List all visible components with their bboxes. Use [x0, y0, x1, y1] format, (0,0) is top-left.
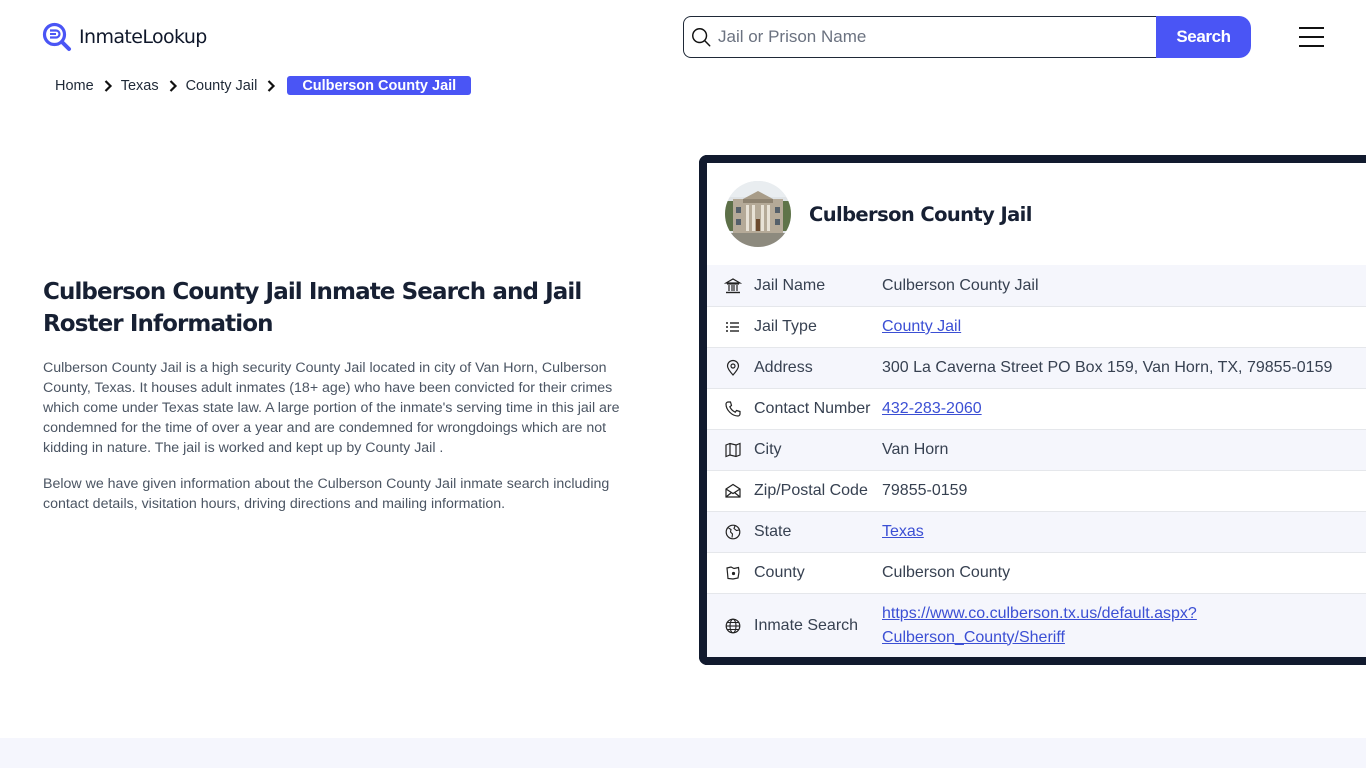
- inmate-search-link-line1: https://www.co.culberson.tx.us/default.a…: [882, 604, 1197, 622]
- row-value: Culberson County: [882, 564, 1011, 581]
- jail-photo: [725, 181, 791, 247]
- breadcrumb-current: Culberson County Jail: [287, 76, 472, 95]
- search-input[interactable]: [718, 27, 1138, 47]
- search-box: [683, 16, 1156, 58]
- logo-text: InmateLookup: [79, 26, 207, 48]
- row-value: 300 La Caverna Street PO Box 159, Van Ho…: [882, 359, 1333, 376]
- intro-paragraph: Below we have given information about th…: [43, 476, 610, 512]
- info-table: Jail Name Culberson County Jail Jail Typ…: [707, 265, 1366, 657]
- row-label: City: [754, 441, 782, 458]
- envelope-icon: [724, 482, 742, 500]
- row-label: Inmate Search: [754, 616, 859, 634]
- row-value: Van Horn: [882, 441, 949, 458]
- chevron-right-icon: [104, 79, 112, 92]
- info-row-jail-name: Jail Name Culberson County Jail: [707, 265, 1366, 306]
- inmate-search-link[interactable]: https://www.co.culberson.tx.us/default.a…: [882, 602, 1197, 650]
- phone-icon: [724, 400, 742, 418]
- logo-link[interactable]: InmateLookup: [42, 22, 207, 52]
- row-value: 79855-0159: [882, 482, 968, 499]
- row-label: State: [754, 523, 792, 540]
- inmate-search-link-line2: Culberson_County/Sheriff: [882, 628, 1065, 646]
- search-form: Search: [683, 16, 1251, 58]
- breadcrumb-texas[interactable]: Texas: [121, 78, 159, 94]
- row-label: Address: [754, 359, 813, 376]
- county-map-icon: [724, 564, 742, 582]
- row-label: County: [754, 564, 805, 581]
- menu-bar: [1299, 36, 1324, 38]
- info-row-county: County Culberson County: [707, 552, 1366, 593]
- globe-region-icon: [724, 523, 742, 541]
- info-row-zip: Zip/Postal Code 79855-0159: [707, 470, 1366, 511]
- map-icon: [724, 441, 742, 459]
- row-label: Jail Type: [754, 318, 817, 335]
- breadcrumb-home[interactable]: Home: [55, 78, 94, 94]
- menu-bar: [1299, 27, 1324, 29]
- intro-section: Culberson County Jail Inmate Search and …: [43, 276, 643, 514]
- building-icon: [724, 277, 742, 295]
- hamburger-menu-icon[interactable]: [1299, 27, 1324, 47]
- list-icon: [724, 318, 742, 336]
- info-row-inmate-search: Inmate Search https://www.co.culberson.t…: [707, 593, 1366, 657]
- row-label: Contact Number: [754, 400, 871, 417]
- info-row-contact-number: Contact Number 432-283-2060: [707, 388, 1366, 429]
- state-link[interactable]: Texas: [882, 523, 924, 540]
- row-label: Jail Name: [754, 276, 826, 294]
- info-row-city: City Van Horn: [707, 429, 1366, 470]
- phone-link[interactable]: 432-283-2060: [882, 400, 982, 417]
- search-icon: [692, 28, 711, 47]
- card-title: Culberson County Jail: [809, 202, 1032, 226]
- row-value: Culberson County Jail: [882, 276, 1039, 294]
- magnifier-logo-icon: [42, 22, 72, 52]
- info-row-address: Address 300 La Caverna Street PO Box 159…: [707, 347, 1366, 388]
- intro-paragraph: Culberson County Jail is a high security…: [43, 360, 620, 456]
- page-title: Culberson County Jail Inmate Search and …: [43, 279, 582, 337]
- chevron-right-icon: [268, 79, 276, 92]
- info-row-state: State Texas: [707, 511, 1366, 552]
- jail-type-link[interactable]: County Jail: [882, 318, 961, 335]
- footer-strip: [0, 738, 1366, 768]
- globe-icon: [724, 617, 742, 635]
- chevron-right-icon: [169, 79, 177, 92]
- info-row-jail-type: Jail Type County Jail: [707, 306, 1366, 347]
- search-button[interactable]: Search: [1156, 16, 1251, 58]
- breadcrumb: Home Texas County Jail Culberson County …: [55, 76, 472, 95]
- jail-info-card: Culberson County Jail Jail Name Culberso…: [699, 155, 1366, 665]
- row-label: Zip/Postal Code: [754, 482, 868, 499]
- map-pin-icon: [724, 359, 742, 377]
- breadcrumb-county-jail[interactable]: County Jail: [186, 78, 258, 94]
- menu-bar: [1299, 45, 1324, 47]
- card-header: Culberson County Jail: [707, 163, 1366, 265]
